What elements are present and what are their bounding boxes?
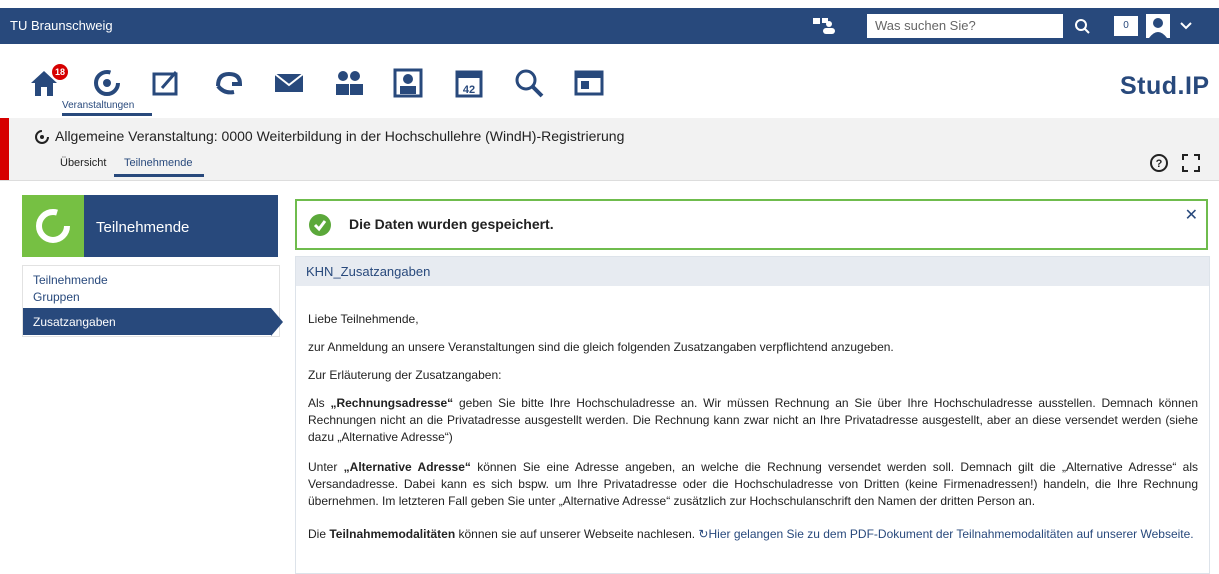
svg-text:?: ? <box>1156 158 1163 170</box>
calendar-icon[interactable]: 42 <box>452 66 486 100</box>
context-marker <box>0 118 9 180</box>
pdf-link[interactable]: ↻Hier gelangen Sie zu dem PDF-Dokument d… <box>698 527 1193 541</box>
svg-text:42: 42 <box>463 84 475 96</box>
course-icon <box>35 130 49 144</box>
tools-icon[interactable] <box>572 66 606 100</box>
search-icon[interactable] <box>512 66 546 100</box>
intro-text: zur Anmeldung an unsere Veranstaltungen … <box>308 340 894 354</box>
tab-active-indicator <box>114 174 204 177</box>
sidebar-item-participants[interactable]: Teilnehmende <box>33 273 108 287</box>
success-message: Die Daten wurden gespeichert. ✕ <box>295 199 1208 250</box>
brand-name: TU Braunschweig <box>10 18 113 33</box>
tab-overview[interactable]: Übersicht <box>60 157 106 169</box>
courses-icon[interactable] <box>90 66 124 100</box>
main-navigation: 42 <box>0 44 1219 119</box>
workplace-icon[interactable] <box>150 66 184 100</box>
additional-info-panel: KHN_Zusatzangaben Liebe Teilnehmende, zu… <box>295 256 1210 574</box>
success-text: Die Daten wurden gespeichert. <box>349 216 554 232</box>
notification-counter[interactable]: 0 <box>1114 16 1138 36</box>
greeting-text: Liebe Teilnehmende, <box>308 312 419 326</box>
sidebar-active-arrow <box>271 308 283 336</box>
sidebar-item-label: Zusatzangaben <box>33 315 116 329</box>
cropped-heading <box>0 0 1219 8</box>
search-input[interactable]: Was suchen Sie? <box>867 14 1063 38</box>
mail-icon[interactable] <box>272 66 306 100</box>
avatar[interactable] <box>1146 14 1170 38</box>
search-icon[interactable] <box>1067 14 1097 38</box>
sidebar-title: Teilnehmende <box>96 219 190 236</box>
notifications-icon[interactable] <box>812 17 836 35</box>
explanation-heading: Zur Erläuterung der Zusatzangaben: <box>308 368 502 382</box>
panel-header: KHN_Zusatzangaben <box>296 257 1209 286</box>
nav-label-courses[interactable]: Veranstaltungen <box>62 100 134 111</box>
nav-active-indicator <box>62 113 152 116</box>
studip-logo: Stud.IP <box>1120 72 1210 100</box>
close-icon[interactable]: ✕ <box>1185 205 1198 225</box>
fullscreen-icon[interactable] <box>1181 153 1201 173</box>
people-icon[interactable] <box>332 66 366 100</box>
panel-title: KHN_Zusatzangaben <box>306 264 431 279</box>
profile-icon[interactable] <box>391 66 425 100</box>
tab-participants[interactable]: Teilnehmende <box>124 157 193 169</box>
sidebar-menu: Teilnehmende Gruppen Zusatzangaben <box>22 265 283 337</box>
sidebar-item-additional-info[interactable]: Zusatzangaben <box>23 308 271 335</box>
notification-badge: 18 <box>52 64 68 80</box>
sidebar-header: Teilnehmende <box>22 195 278 257</box>
checkmark-icon <box>309 214 331 236</box>
top-bar: TU Braunschweig Was suchen Sie? 0 <box>0 8 1219 44</box>
participants-course-icon <box>36 209 70 243</box>
participation-terms-paragraph: Die Teilnahmemodalitäten können sie auf … <box>308 527 1194 541</box>
help-icon[interactable]: ? <box>1149 153 1169 173</box>
sidebar-item-groups[interactable]: Gruppen <box>33 290 80 304</box>
billing-address-paragraph: Als „Rechnungsadresse“ geben Sie bitte I… <box>308 396 1198 444</box>
course-title: Allgemeine Veranstaltung: 0000 Weiterbil… <box>55 128 625 144</box>
chevron-down-icon[interactable] <box>1178 18 1194 34</box>
community-icon[interactable] <box>212 66 246 100</box>
alternative-address-paragraph: Unter „Alternative Adresse“ können Sie e… <box>308 460 1198 508</box>
course-context-bar: Allgemeine Veranstaltung: 0000 Weiterbil… <box>0 118 1219 181</box>
